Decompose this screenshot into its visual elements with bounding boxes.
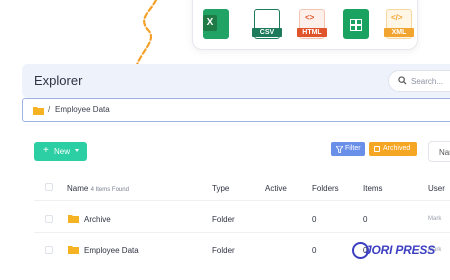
row-name[interactable]: Employee Data [84,246,139,255]
column-header-folders[interactable]: Folders [312,184,339,193]
watermark-text: JORI PRESS [365,243,436,257]
row-type: Folder [212,246,235,255]
filter-icon [336,146,343,153]
row-user: Mark [428,216,442,222]
breadcrumb[interactable]: / Employee Data [22,98,450,122]
column-header-items[interactable]: Items [363,184,383,193]
new-button-label: New [54,147,71,156]
row-type: Folder [212,215,235,224]
search-icon [398,76,407,85]
filter-button-label: Filter [345,145,361,152]
archived-button[interactable]: Archived [369,142,417,156]
header-divider [34,200,450,201]
folder-icon [68,215,79,223]
row-checkbox[interactable] [45,246,53,254]
plus-icon: + [43,145,49,156]
select-all-checkbox[interactable] [45,183,53,191]
breadcrumb-current[interactable]: Employee Data [55,105,110,114]
archived-button-label: Archived [383,145,411,152]
column-header-name[interactable]: Name 4 Items Found [67,184,129,193]
search-box[interactable] [388,70,450,92]
column-header-user[interactable]: User [428,184,445,193]
filter-button[interactable]: Filter [331,142,365,156]
row-checkbox[interactable] [45,215,53,223]
watermark-logo: JORI PRESS [352,240,450,262]
row-folders: 0 [312,246,317,255]
row-folders: 0 [312,215,317,224]
column-header-active[interactable]: Active [265,184,287,193]
folder-icon [33,107,44,115]
items-found-count: 4 Items Found [90,187,129,193]
chevron-down-icon [75,149,79,152]
folder-icon [68,246,79,254]
new-button[interactable]: + New [34,142,87,161]
row-divider [34,232,450,233]
row-items: 0 [363,215,368,224]
page-title: Explorer [34,73,83,88]
name-header-label: Name [67,184,89,193]
column-header-type[interactable]: Type [212,184,229,193]
search-input[interactable] [411,74,450,89]
row-name[interactable]: Archive [84,215,111,224]
archive-box-icon [374,146,380,152]
toolbar-right-control[interactable]: Nar [428,141,450,162]
toolbar-right-label: Nar [439,148,450,157]
breadcrumb-separator: / [48,105,51,114]
explorer-header: Explorer [22,64,450,98]
curved-arrow-icon [128,0,158,82]
